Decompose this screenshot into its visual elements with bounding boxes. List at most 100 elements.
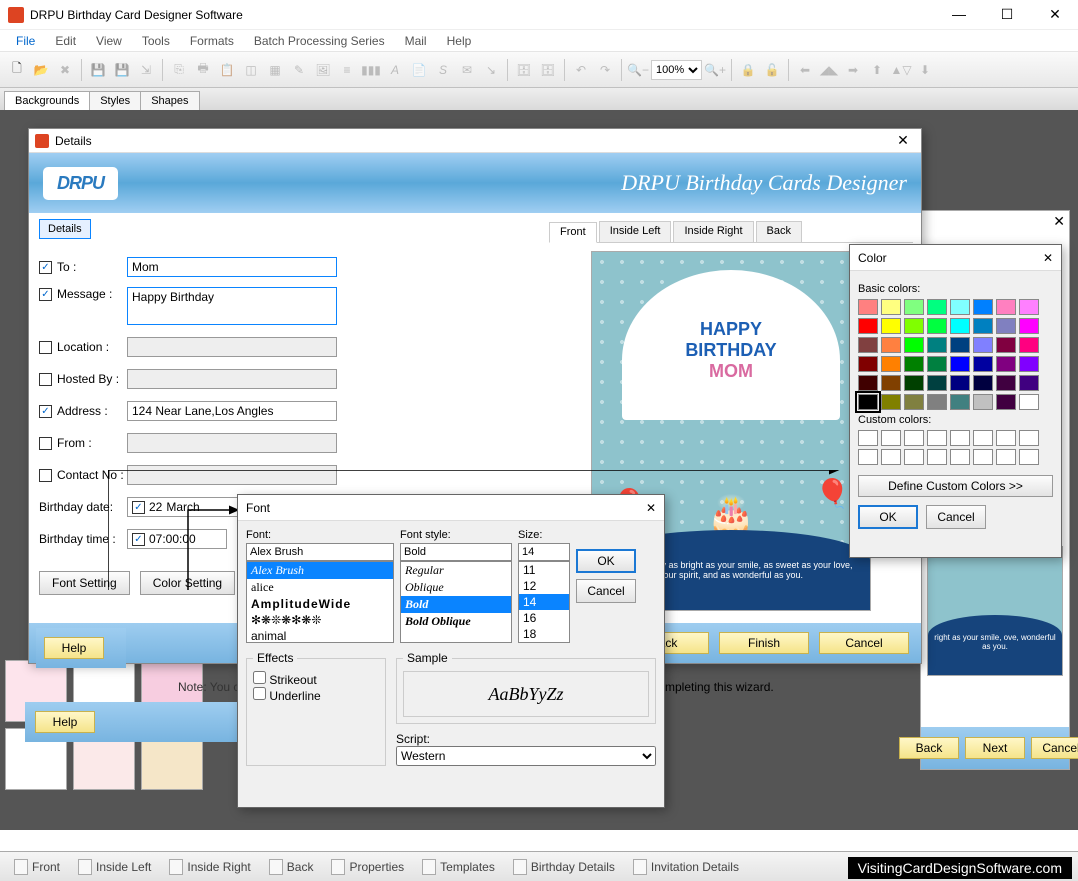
fontsize-input[interactable] [518, 543, 570, 561]
to-input[interactable] [127, 257, 337, 277]
basic-swatch[interactable] [996, 299, 1016, 315]
basic-swatch[interactable] [881, 318, 901, 334]
basic-swatch[interactable] [996, 394, 1016, 410]
zoomout-icon[interactable]: 🔍− [627, 59, 649, 81]
basic-swatch[interactable] [996, 318, 1016, 334]
mirror-icon[interactable]: ▲▽ [890, 59, 912, 81]
basic-swatch[interactable] [858, 375, 878, 391]
custom-swatch[interactable] [996, 449, 1016, 465]
to-checkbox[interactable]: ✓ [39, 261, 52, 274]
custom-swatch[interactable] [973, 449, 993, 465]
bottom-invdetails[interactable]: Invitation Details [625, 857, 747, 877]
barcode-icon[interactable]: ▮▮▮ [360, 59, 382, 81]
fontstyle-input[interactable] [400, 543, 512, 561]
undo-icon[interactable]: ↶ [570, 59, 592, 81]
lines-icon[interactable]: ≡ [336, 59, 358, 81]
basic-swatch[interactable] [927, 299, 947, 315]
menu-view[interactable]: View [86, 32, 132, 50]
basic-swatch[interactable] [950, 375, 970, 391]
basic-swatch[interactable] [950, 394, 970, 410]
basic-swatch[interactable] [858, 356, 878, 372]
basic-swatch[interactable] [881, 375, 901, 391]
saveas-icon[interactable]: 💾 [111, 59, 133, 81]
db2-icon[interactable]: 🗄 [537, 59, 559, 81]
custom-swatch[interactable] [973, 430, 993, 446]
cardtab-front[interactable]: Front [549, 222, 597, 243]
basic-swatch[interactable] [950, 356, 970, 372]
fontsize-list[interactable]: 11 12 14 16 18 20 22 [518, 561, 570, 643]
underline-checkbox[interactable] [253, 687, 266, 700]
cube-icon[interactable]: ◫ [240, 59, 262, 81]
sheet-icon[interactable]: ▦ [264, 59, 286, 81]
print-icon[interactable]: 🖶 [192, 59, 214, 81]
basic-swatch[interactable] [858, 299, 878, 315]
menu-file[interactable]: File [6, 32, 45, 50]
basic-swatch[interactable] [1019, 394, 1039, 410]
wizard-close-icon[interactable]: ✕ [1053, 213, 1065, 230]
basic-swatch[interactable] [881, 337, 901, 353]
arrow-left-icon[interactable]: ⬅ [794, 59, 816, 81]
image-icon[interactable]: 🖼 [312, 59, 334, 81]
basic-swatch[interactable] [973, 375, 993, 391]
zoomin-icon[interactable]: 🔍+ [704, 59, 726, 81]
color-close-icon[interactable]: ✕ [1043, 251, 1053, 265]
unlock-icon[interactable]: 🔓 [761, 59, 783, 81]
cardtab-insideleft[interactable]: Inside Left [599, 221, 672, 242]
minimize-button[interactable]: — [944, 6, 974, 23]
details-tab[interactable]: Details [39, 219, 91, 239]
details-cancel-button[interactable]: Cancel [819, 632, 909, 654]
close-file-icon[interactable]: ✖ [54, 59, 76, 81]
redo-icon[interactable]: ↷ [594, 59, 616, 81]
custom-swatch[interactable] [881, 430, 901, 446]
basic-swatch[interactable] [973, 318, 993, 334]
custom-swatch[interactable] [927, 449, 947, 465]
pen-icon[interactable]: ✎ [288, 59, 310, 81]
bottom-bdetails[interactable]: Birthday Details [505, 857, 623, 877]
custom-swatch[interactable] [1019, 430, 1039, 446]
basic-swatch[interactable] [927, 318, 947, 334]
details-close-icon[interactable]: ✕ [891, 132, 915, 149]
basic-swatch[interactable] [996, 356, 1016, 372]
custom-swatch[interactable] [858, 449, 878, 465]
bottom-insideleft[interactable]: Inside Left [70, 857, 159, 877]
font-name-input[interactable] [246, 543, 394, 561]
page-icon[interactable]: 📄 [408, 59, 430, 81]
menu-batch[interactable]: Batch Processing Series [244, 32, 395, 50]
btime-checkbox[interactable]: ✓ [132, 533, 145, 546]
font-ok-button[interactable]: OK [576, 549, 636, 573]
wizard-help-button[interactable]: Help [35, 711, 95, 733]
font-close-icon[interactable]: ✕ [646, 501, 656, 515]
hosted-checkbox[interactable] [39, 373, 52, 386]
message-input[interactable] [127, 287, 337, 325]
bottom-front[interactable]: Front [6, 857, 68, 877]
basic-swatch[interactable] [1019, 337, 1039, 353]
menu-help[interactable]: Help [437, 32, 482, 50]
custom-swatch[interactable] [950, 449, 970, 465]
basic-swatch[interactable] [950, 299, 970, 315]
basic-swatch[interactable] [950, 337, 970, 353]
export-icon[interactable]: ⇲ [135, 59, 157, 81]
basic-swatch[interactable] [858, 337, 878, 353]
color-setting-button[interactable]: Color Setting [140, 571, 235, 595]
cardtab-insideright[interactable]: Inside Right [673, 221, 753, 242]
arrow-icon[interactable]: ↘ [480, 59, 502, 81]
custom-swatch[interactable] [950, 430, 970, 446]
bdate-day[interactable]: 22 [149, 500, 162, 514]
wizard-cancel-button[interactable]: Cancel [1031, 737, 1078, 759]
bdate-checkbox[interactable]: ✓ [132, 501, 145, 514]
mail-icon[interactable]: ✉ [456, 59, 478, 81]
wizard-back-button[interactable]: Back [899, 737, 959, 759]
tab-styles[interactable]: Styles [89, 91, 141, 110]
bottom-insideright[interactable]: Inside Right [161, 857, 258, 877]
font-setting-button[interactable]: Font Setting [39, 571, 130, 595]
basic-swatch[interactable] [973, 356, 993, 372]
basic-swatch[interactable] [904, 337, 924, 353]
basic-swatch[interactable] [904, 394, 924, 410]
basic-swatch[interactable] [904, 356, 924, 372]
color-cancel-button[interactable]: Cancel [926, 505, 986, 529]
message-checkbox[interactable]: ✓ [39, 288, 52, 301]
bottom-back[interactable]: Back [261, 857, 322, 877]
db1-icon[interactable]: 🗄 [513, 59, 535, 81]
basic-swatch[interactable] [973, 394, 993, 410]
basic-swatch[interactable] [904, 299, 924, 315]
